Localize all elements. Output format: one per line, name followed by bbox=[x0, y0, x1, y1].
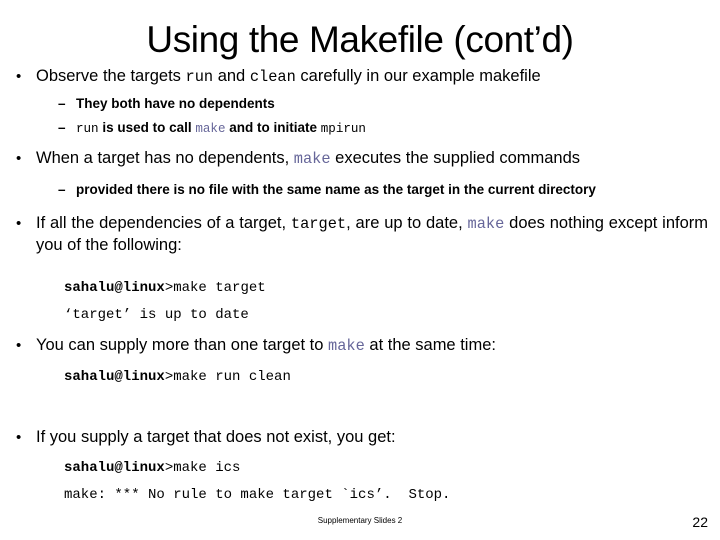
sub-bullet-text-mid2: and to initiate bbox=[225, 120, 321, 135]
bullet-glyph-icon: • bbox=[16, 215, 22, 232]
sub-bullet-text-mid: is used to call bbox=[98, 120, 196, 135]
footer-note: Supplementary Slides 2 bbox=[317, 516, 403, 525]
sub-bullet-text: They both have no dependents bbox=[76, 96, 275, 111]
inline-code-run: run bbox=[76, 122, 99, 136]
inline-code-make: make bbox=[328, 337, 365, 355]
inline-code-run: run bbox=[185, 68, 214, 86]
bullet-text-mid: and bbox=[213, 67, 250, 85]
console-block-make-run-clean: sahalu@linux>make run clean bbox=[8, 364, 708, 391]
bullet-glyph-icon: • bbox=[16, 150, 22, 167]
bullet-text-pre: Observe the targets bbox=[36, 67, 186, 85]
sub-bullet-provided-no-file: – provided there is no file with the sam… bbox=[8, 181, 708, 199]
dash-glyph-icon: – bbox=[58, 120, 66, 135]
bullet-glyph-icon: • bbox=[16, 429, 22, 446]
shell-prompt: sahalu@linux bbox=[64, 460, 165, 476]
console-output-no-rule: make: *** No rule to make target `ics’. … bbox=[8, 482, 708, 509]
inline-code-make: make bbox=[195, 122, 226, 136]
bullet-text: If you supply a target that does not exi… bbox=[36, 428, 396, 446]
inline-code-mpirun: mpirun bbox=[320, 122, 366, 136]
sub-bullet-text: provided there is no file with the same … bbox=[76, 182, 596, 197]
shell-prompt: sahalu@linux bbox=[64, 280, 165, 296]
console-block-make-ics: sahalu@linux>make ics bbox=[8, 455, 708, 482]
dash-glyph-icon: – bbox=[58, 96, 66, 111]
inline-code-make: make bbox=[467, 215, 505, 233]
slide-body: • Observe the targets run and clean care… bbox=[8, 66, 708, 509]
sub-bullet-run-calls-make: – run is used to call make and to initia… bbox=[8, 119, 708, 138]
shell-command: >make run clean bbox=[164, 369, 291, 385]
page-number: 22 bbox=[692, 514, 708, 530]
bullet-text-post: carefully in our example makefile bbox=[295, 67, 541, 85]
bullet-text-post: at the same time: bbox=[364, 336, 496, 354]
shell-output: make: *** No rule to make target `ics’. … bbox=[64, 487, 451, 503]
bullet-item-no-dependents-executes: • When a target has no dependents, make … bbox=[8, 148, 708, 170]
shell-prompt: sahalu@linux bbox=[64, 369, 165, 385]
inline-code-make: make bbox=[293, 150, 331, 168]
shell-command: >make target bbox=[164, 280, 266, 296]
bullet-text-pre: You can supply more than one target to bbox=[36, 336, 329, 354]
shell-output: ‘target’ is up to date bbox=[64, 307, 249, 323]
inline-code-clean: clean bbox=[249, 68, 296, 86]
console-block-make-target: sahalu@linux>make target bbox=[8, 275, 708, 302]
slide-canvas: Using the Makefile (cont’d) • Observe th… bbox=[0, 0, 720, 540]
dash-glyph-icon: – bbox=[58, 182, 66, 197]
page-title: Using the Makefile (cont’d) bbox=[146, 19, 574, 60]
shell-command: >make ics bbox=[164, 460, 241, 476]
bullet-text-pre: When a target has no dependents, bbox=[36, 149, 294, 167]
bullet-item-dependencies-up-to-date: • If all the dependencies of a target, t… bbox=[8, 213, 708, 256]
console-output-up-to-date: ‘target’ is up to date bbox=[8, 302, 708, 329]
bullet-item-multiple-targets: • You can supply more than one target to… bbox=[8, 335, 708, 357]
sub-bullet-no-dependents: – They both have no dependents bbox=[8, 95, 708, 113]
inline-code-target: target bbox=[290, 215, 347, 233]
bullet-text-pre: If all the dependencies of a target, bbox=[36, 214, 291, 232]
bullet-item-nonexistent-target: • If you supply a target that does not e… bbox=[8, 427, 708, 448]
bullet-text-post: executes the supplied commands bbox=[330, 149, 581, 167]
bullet-glyph-icon: • bbox=[16, 337, 22, 354]
bullet-glyph-icon: • bbox=[16, 68, 22, 85]
bullet-item-observe-targets: • Observe the targets run and clean care… bbox=[8, 66, 708, 88]
bullet-text-mid: , are up to date, bbox=[346, 214, 468, 232]
